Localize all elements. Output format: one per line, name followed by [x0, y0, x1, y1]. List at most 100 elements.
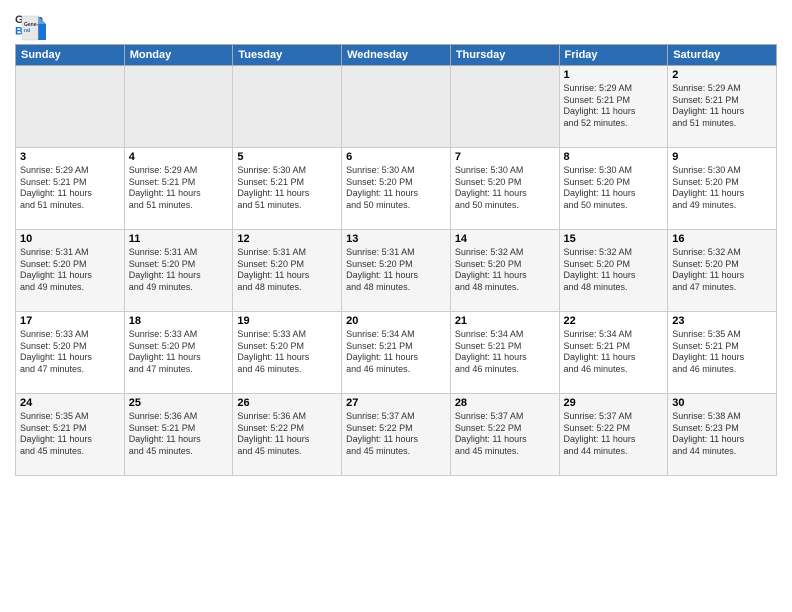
day-info: Sunrise: 5:33 AM Sunset: 5:20 PM Dayligh… — [129, 329, 229, 376]
day-number: 19 — [237, 315, 337, 327]
day-number: 11 — [129, 233, 229, 245]
day-info: Sunrise: 5:37 AM Sunset: 5:22 PM Dayligh… — [564, 411, 664, 458]
day-info: Sunrise: 5:34 AM Sunset: 5:21 PM Dayligh… — [564, 329, 664, 376]
calendar-cell: 22 Sunrise: 5:34 AM Sunset: 5:21 PM Dayli… — [559, 312, 668, 394]
day-info: Sunrise: 5:32 AM Sunset: 5:20 PM Dayligh… — [564, 247, 664, 294]
day-info: Sunrise: 5:32 AM Sunset: 5:20 PM Dayligh… — [455, 247, 555, 294]
calendar-week-4: 17 Sunrise: 5:33 AM Sunset: 5:20 PM Dayli… — [16, 312, 777, 394]
day-number: 16 — [672, 233, 772, 245]
calendar-cell: 12 Sunrise: 5:31 AM Sunset: 5:20 PM Dayli… — [233, 230, 342, 312]
calendar-cell: 15 Sunrise: 5:32 AM Sunset: 5:20 PM Dayli… — [559, 230, 668, 312]
calendar-cell: 24Sunrise: 5:35 AM Sunset: 5:21 PM Dayli… — [16, 394, 125, 476]
day-info: Sunrise: 5:29 AM Sunset: 5:21 PM Dayligh… — [20, 165, 120, 212]
calendar-cell — [233, 66, 342, 148]
day-info: Sunrise: 5:30 AM Sunset: 5:20 PM Dayligh… — [346, 165, 446, 212]
day-info: Sunrise: 5:31 AM Sunset: 5:20 PM Dayligh… — [20, 247, 120, 294]
day-info: Sunrise: 5:29 AM Sunset: 5:21 PM Dayligh… — [129, 165, 229, 212]
calendar-week-5: 24Sunrise: 5:35 AM Sunset: 5:21 PM Dayli… — [16, 394, 777, 476]
calendar-cell — [342, 66, 451, 148]
calendar-cell: 11Sunrise: 5:31 AM Sunset: 5:20 PM Dayli… — [124, 230, 233, 312]
calendar-cell: 16 Sunrise: 5:32 AM Sunset: 5:20 PM Dayli… — [668, 230, 777, 312]
day-number: 4 — [129, 151, 229, 163]
calendar-cell: 10 Sunrise: 5:31 AM Sunset: 5:20 PM Dayli… — [16, 230, 125, 312]
day-number: 5 — [237, 151, 337, 163]
calendar-cell: 28 Sunrise: 5:37 AM Sunset: 5:22 PM Dayli… — [450, 394, 559, 476]
calendar-cell — [124, 66, 233, 148]
day-info: Sunrise: 5:34 AM Sunset: 5:21 PM Dayligh… — [346, 329, 446, 376]
calendar-cell: 9 Sunrise: 5:30 AM Sunset: 5:20 PM Daylig… — [668, 148, 777, 230]
calendar-cell: 6 Sunrise: 5:30 AM Sunset: 5:20 PM Daylig… — [342, 148, 451, 230]
calendar-table: SundayMondayTuesdayWednesdayThursdayFrid… — [15, 44, 777, 476]
weekday-header-row: SundayMondayTuesdayWednesdayThursdayFrid… — [16, 45, 777, 66]
calendar-cell — [450, 66, 559, 148]
weekday-header-tuesday: Tuesday — [233, 45, 342, 66]
logo-container: Gene- ral — [18, 12, 52, 44]
day-number: 23 — [672, 315, 772, 327]
day-info: Sunrise: 5:37 AM Sunset: 5:22 PM Dayligh… — [346, 411, 446, 458]
day-number: 10 — [20, 233, 120, 245]
day-info: Sunrise: 5:30 AM Sunset: 5:20 PM Dayligh… — [672, 165, 772, 212]
calendar-cell: 17 Sunrise: 5:33 AM Sunset: 5:20 PM Dayli… — [16, 312, 125, 394]
calendar-cell: 18 Sunrise: 5:33 AM Sunset: 5:20 PM Dayli… — [124, 312, 233, 394]
day-number: 8 — [564, 151, 664, 163]
day-info: Sunrise: 5:31 AM Sunset: 5:20 PM Dayligh… — [237, 247, 337, 294]
page: General Blue Gene- ral SundayMondayTuesd… — [0, 0, 792, 486]
day-number: 26 — [237, 397, 337, 409]
day-info: Sunrise: 5:31 AM Sunset: 5:20 PM Dayligh… — [346, 247, 446, 294]
day-number: 29 — [564, 397, 664, 409]
day-number: 18 — [129, 315, 229, 327]
day-number: 25 — [129, 397, 229, 409]
day-number: 28 — [455, 397, 555, 409]
calendar-cell: 2Sunrise: 5:29 AM Sunset: 5:21 PM Daylig… — [668, 66, 777, 148]
day-number: 17 — [20, 315, 120, 327]
day-number: 27 — [346, 397, 446, 409]
calendar-cell: 25 Sunrise: 5:36 AM Sunset: 5:21 PM Dayli… — [124, 394, 233, 476]
day-info: Sunrise: 5:38 AM Sunset: 5:23 PM Dayligh… — [672, 411, 772, 458]
calendar-week-2: 3 Sunrise: 5:29 AM Sunset: 5:21 PM Daylig… — [16, 148, 777, 230]
day-info: Sunrise: 5:29 AM Sunset: 5:21 PM Dayligh… — [672, 83, 772, 130]
calendar-cell: 23 Sunrise: 5:35 AM Sunset: 5:21 PM Dayli… — [668, 312, 777, 394]
weekday-header-friday: Friday — [559, 45, 668, 66]
day-number: 9 — [672, 151, 772, 163]
calendar-cell: 27 Sunrise: 5:37 AM Sunset: 5:22 PM Dayli… — [342, 394, 451, 476]
calendar-cell: 29 Sunrise: 5:37 AM Sunset: 5:22 PM Dayli… — [559, 394, 668, 476]
day-number: 3 — [20, 151, 120, 163]
day-number: 1 — [564, 69, 664, 81]
calendar-cell: 3 Sunrise: 5:29 AM Sunset: 5:21 PM Daylig… — [16, 148, 125, 230]
day-number: 15 — [564, 233, 664, 245]
weekday-header-sunday: Sunday — [16, 45, 125, 66]
calendar-cell — [16, 66, 125, 148]
day-info: Sunrise: 5:32 AM Sunset: 5:20 PM Dayligh… — [672, 247, 772, 294]
day-number: 12 — [237, 233, 337, 245]
day-info: Sunrise: 5:36 AM Sunset: 5:21 PM Dayligh… — [129, 411, 229, 458]
calendar-cell: 20Sunrise: 5:34 AM Sunset: 5:21 PM Dayli… — [342, 312, 451, 394]
day-info: Sunrise: 5:36 AM Sunset: 5:22 PM Dayligh… — [237, 411, 337, 458]
day-info: Sunrise: 5:37 AM Sunset: 5:22 PM Dayligh… — [455, 411, 555, 458]
day-info: Sunrise: 5:30 AM Sunset: 5:20 PM Dayligh… — [564, 165, 664, 212]
day-number: 22 — [564, 315, 664, 327]
day-info: Sunrise: 5:33 AM Sunset: 5:20 PM Dayligh… — [237, 329, 337, 376]
calendar-cell: 1 Sunrise: 5:29 AM Sunset: 5:21 PM Daylig… — [559, 66, 668, 148]
weekday-header-saturday: Saturday — [668, 45, 777, 66]
day-info: Sunrise: 5:30 AM Sunset: 5:20 PM Dayligh… — [455, 165, 555, 212]
day-number: 30 — [672, 397, 772, 409]
calendar-cell: 5Sunrise: 5:30 AM Sunset: 5:21 PM Daylig… — [233, 148, 342, 230]
calendar-cell: 8 Sunrise: 5:30 AM Sunset: 5:20 PM Daylig… — [559, 148, 668, 230]
day-info: Sunrise: 5:34 AM Sunset: 5:21 PM Dayligh… — [455, 329, 555, 376]
calendar-cell: 14 Sunrise: 5:32 AM Sunset: 5:20 PM Dayli… — [450, 230, 559, 312]
day-number: 24 — [20, 397, 120, 409]
day-number: 21 — [455, 315, 555, 327]
calendar-week-1: 1 Sunrise: 5:29 AM Sunset: 5:21 PM Daylig… — [16, 66, 777, 148]
calendar-week-3: 10 Sunrise: 5:31 AM Sunset: 5:20 PM Dayli… — [16, 230, 777, 312]
day-number: 6 — [346, 151, 446, 163]
calendar-cell: 26 Sunrise: 5:36 AM Sunset: 5:22 PM Dayli… — [233, 394, 342, 476]
day-number: 14 — [455, 233, 555, 245]
day-number: 13 — [346, 233, 446, 245]
svg-text:ral: ral — [24, 28, 31, 34]
calendar-cell: 19 Sunrise: 5:33 AM Sunset: 5:20 PM Dayli… — [233, 312, 342, 394]
weekday-header-wednesday: Wednesday — [342, 45, 451, 66]
day-info: Sunrise: 5:33 AM Sunset: 5:20 PM Dayligh… — [20, 329, 120, 376]
day-info: Sunrise: 5:35 AM Sunset: 5:21 PM Dayligh… — [672, 329, 772, 376]
day-number: 7 — [455, 151, 555, 163]
day-info: Sunrise: 5:29 AM Sunset: 5:21 PM Dayligh… — [564, 83, 664, 130]
